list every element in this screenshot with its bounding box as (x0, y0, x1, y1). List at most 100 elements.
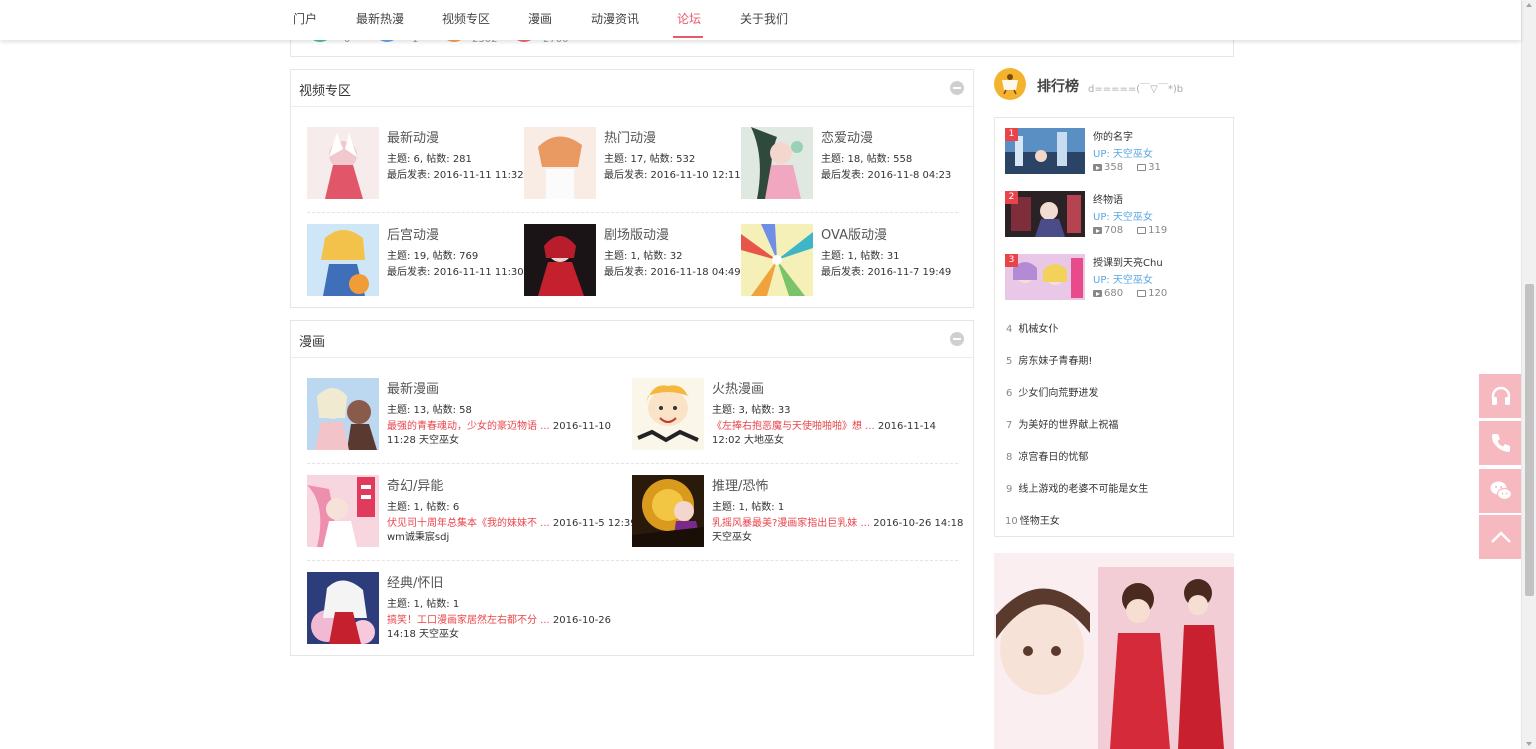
ranking-title: 排行榜 (1037, 79, 1079, 95)
ranking-list-item[interactable]: 10 怪物王女 (1005, 512, 1060, 527)
ranking-item-title[interactable]: 为美好的世界献上祝福 (1018, 420, 1118, 431)
ranking-list-item[interactable]: 7 为美好的世界献上祝福 (1006, 416, 1118, 431)
forum-name[interactable]: 经典/怀旧 (387, 572, 443, 591)
forum-thumbnail[interactable] (307, 475, 379, 547)
manga-section-panel: 漫画 最新漫画 主题: 13, 帖数: 58 最强的青春魂动，少女的豪迈物语 .… (290, 320, 974, 656)
comment-icon (1137, 227, 1147, 234)
forum-latest-thread[interactable]: 《左捧右抱恶魔与天使啪啪啪》想 ... 2016-11-14 (712, 417, 936, 432)
forum-thumbnail[interactable] (632, 475, 704, 547)
forum-thumbnail[interactable] (524, 224, 596, 296)
support-button[interactable] (1479, 374, 1523, 418)
scrollbar-thumb[interactable] (1525, 284, 1534, 596)
ranking-item-title[interactable]: 授课到天亮Chu (1093, 254, 1163, 269)
forum-item[interactable]: 最新漫画 主题: 13, 帖数: 58 最强的青春魂动，少女的豪迈物语 ... … (307, 378, 623, 450)
forum-latest-thread[interactable]: 最强的青春魂动，少女的豪迈物语 ... 2016-11-10 (387, 417, 611, 432)
forum-item[interactable]: 经典/怀旧 主题: 1, 帖数: 1 搞笑！工口漫画家居然左右都不分 ... 2… (307, 572, 623, 644)
forum-name[interactable]: 剧场版动漫 (604, 224, 669, 243)
forum-latest-thread[interactable]: 搞笑！工口漫画家居然左右都不分 ... 2016-10-26 (387, 611, 611, 626)
ranking-top-item[interactable]: 2 终物语 UP: 天空巫女 708 119 (1005, 191, 1230, 237)
nav-item-latest-hot[interactable]: 最新热漫 (356, 0, 404, 40)
forum-name[interactable]: 后宫动漫 (387, 224, 439, 243)
nav-item-news[interactable]: 动漫资讯 (591, 0, 639, 40)
scroll-up-arrow-icon[interactable] (1526, 3, 1532, 7)
forum-item[interactable]: 奇幻/异能 主题: 1, 帖数: 6 伏见司十周年总集本《我的妹妹不 ... 2… (307, 475, 637, 547)
ranking-list-item[interactable]: 9 线上游戏的老婆不可能是女生 (1006, 480, 1148, 495)
ranking-item-uploader[interactable]: UP: 天空巫女 (1093, 145, 1153, 160)
comment-count: 119 (1148, 225, 1168, 236)
nav-item-about[interactable]: 关于我们 (740, 0, 788, 40)
latest-thread-author[interactable]: wm诚秉宸sdj (387, 528, 449, 543)
forum-thumbnail[interactable] (524, 127, 596, 199)
forum-item[interactable]: 最新动漫 主题: 6, 帖数: 281 最后发表: 2016-11-11 11:… (307, 127, 524, 199)
forum-thumbnail[interactable] (307, 127, 379, 199)
forum-name[interactable]: 热门动漫 (604, 127, 656, 146)
forum-name[interactable]: 火热漫画 (712, 378, 764, 397)
page-scrollbar[interactable] (1521, 0, 1536, 749)
ranking-item-stats: 680 120 (1093, 288, 1167, 299)
ranking-item-title[interactable]: 机械女仆 (1018, 324, 1058, 335)
top-nav: 门户 最新热漫 视频专区 漫画 动漫资讯 论坛 关于我们 (0, 0, 1521, 40)
forum-thumbnail[interactable] (741, 127, 813, 199)
forum-item[interactable]: 火热漫画 主题: 3, 帖数: 33 《左捧右抱恶魔与天使啪啪啪》想 ... 2… (632, 378, 948, 450)
wechat-button[interactable] (1479, 469, 1523, 513)
forum-latest-thread[interactable]: 伏见司十周年总集本《我的妹妹不 ... 2016-11-5 12:39 (387, 514, 637, 529)
ranking-top-item[interactable]: 1 你的名字 UP: 天空巫女 358 31 (1005, 128, 1230, 174)
ranking-thumbnail[interactable]: 1 (1005, 128, 1085, 174)
forum-name[interactable]: 奇幻/异能 (387, 475, 443, 494)
ranking-thumbnail[interactable]: 2 (1005, 191, 1085, 237)
scroll-down-arrow-icon[interactable] (1526, 742, 1532, 746)
nav-item-forum[interactable]: 论坛 (677, 0, 701, 40)
ranking-item-uploader[interactable]: UP: 天空巫女 (1093, 208, 1153, 223)
nav-item-manga[interactable]: 漫画 (528, 0, 552, 40)
forum-stats: 主题: 13, 帖数: 58 (387, 405, 472, 416)
collapse-icon[interactable] (950, 332, 964, 346)
ranking-item-title[interactable]: 怪物王女 (1020, 516, 1060, 527)
latest-thread-author[interactable]: 14:18 天空巫女 (387, 625, 459, 640)
forum-item[interactable]: 恋爱动漫 主题: 18, 帖数: 558 最后发表: 2016-11-8 04:… (741, 127, 961, 199)
rank-number: 9 (1006, 484, 1013, 495)
section-title[interactable]: 视频专区 (299, 80, 351, 99)
ranking-item-title[interactable]: 你的名字 (1093, 128, 1133, 143)
forum-thumbnail[interactable] (741, 224, 813, 296)
phone-button[interactable] (1479, 421, 1523, 465)
back-to-top-button[interactable] (1479, 515, 1523, 559)
promo-banner-image[interactable] (994, 553, 1234, 749)
ranking-item-title[interactable]: 终物语 (1093, 191, 1123, 206)
forum-last-post: 最后发表: 2016-11-10 12:11 (604, 170, 741, 181)
forum-item[interactable]: 热门动漫 主题: 17, 帖数: 532 最后发表: 2016-11-10 12… (524, 127, 741, 199)
forum-item[interactable]: 后宫动漫 主题: 19, 帖数: 769 最后发表: 2016-11-11 11… (307, 224, 524, 296)
forum-thumbnail[interactable] (632, 378, 704, 450)
forum-thumbnail[interactable] (307, 224, 379, 296)
forum-name[interactable]: OVA版动漫 (821, 224, 887, 243)
ranking-list-item[interactable]: 5 房东妹子青春期! (1006, 352, 1092, 367)
ranking-list-item[interactable]: 6 少女们向荒野进发 (1006, 384, 1098, 399)
ranking-item-title[interactable]: 少女们向荒野进发 (1018, 388, 1098, 399)
ranking-thumbnail[interactable]: 3 (1005, 254, 1085, 300)
forum-latest-thread[interactable]: 乳摇风暴最美?漫画家指出巨乳妹 ... 2016-10-26 14:18 (712, 514, 963, 529)
ranking-subtitle: d=====(￣▽￣*)b (1088, 84, 1184, 95)
ranking-item-uploader[interactable]: UP: 天空巫女 (1093, 271, 1153, 286)
ranking-top-item[interactable]: 3 授课到天亮Chu UP: 天空巫女 680 120 (1005, 254, 1230, 300)
forum-name[interactable]: 推理/恐怖 (712, 475, 768, 494)
forum-thumbnail[interactable] (307, 378, 379, 450)
nav-item-portal[interactable]: 门户 (293, 0, 317, 40)
forum-name[interactable]: 最新动漫 (387, 127, 439, 146)
ranking-list-item[interactable]: 4 机械女仆 (1006, 320, 1058, 335)
row-divider (307, 212, 958, 213)
section-title[interactable]: 漫画 (299, 331, 325, 350)
latest-thread-author[interactable]: 12:02 大地巫女 (712, 431, 784, 446)
latest-thread-author[interactable]: 11:28 天空巫女 (387, 431, 459, 446)
ranking-item-title[interactable]: 线上游戏的老婆不可能是女生 (1018, 484, 1148, 495)
forum-item[interactable]: 剧场版动漫 主题: 1, 帖数: 32 最后发表: 2016-11-18 04:… (524, 224, 741, 296)
nav-item-video[interactable]: 视频专区 (442, 0, 490, 40)
ranking-item-title[interactable]: 凉宫春日的忧郁 (1018, 452, 1088, 463)
forum-name[interactable]: 恋爱动漫 (821, 127, 873, 146)
forum-item[interactable]: 推理/恐怖 主题: 1, 帖数: 1 乳摇风暴最美?漫画家指出巨乳妹 ... 2… (632, 475, 963, 547)
ranking-list-item[interactable]: 8 凉宫春日的忧郁 (1006, 448, 1088, 463)
ranking-item-title[interactable]: 房东妹子青春期! (1018, 356, 1092, 367)
latest-thread-author[interactable]: 天空巫女 (712, 528, 752, 543)
forum-name[interactable]: 最新漫画 (387, 378, 439, 397)
forum-thumbnail[interactable] (307, 572, 379, 644)
collapse-icon[interactable] (950, 81, 964, 95)
forum-item[interactable]: OVA版动漫 主题: 1, 帖数: 31 最后发表: 2016-11-7 19:… (741, 224, 961, 296)
